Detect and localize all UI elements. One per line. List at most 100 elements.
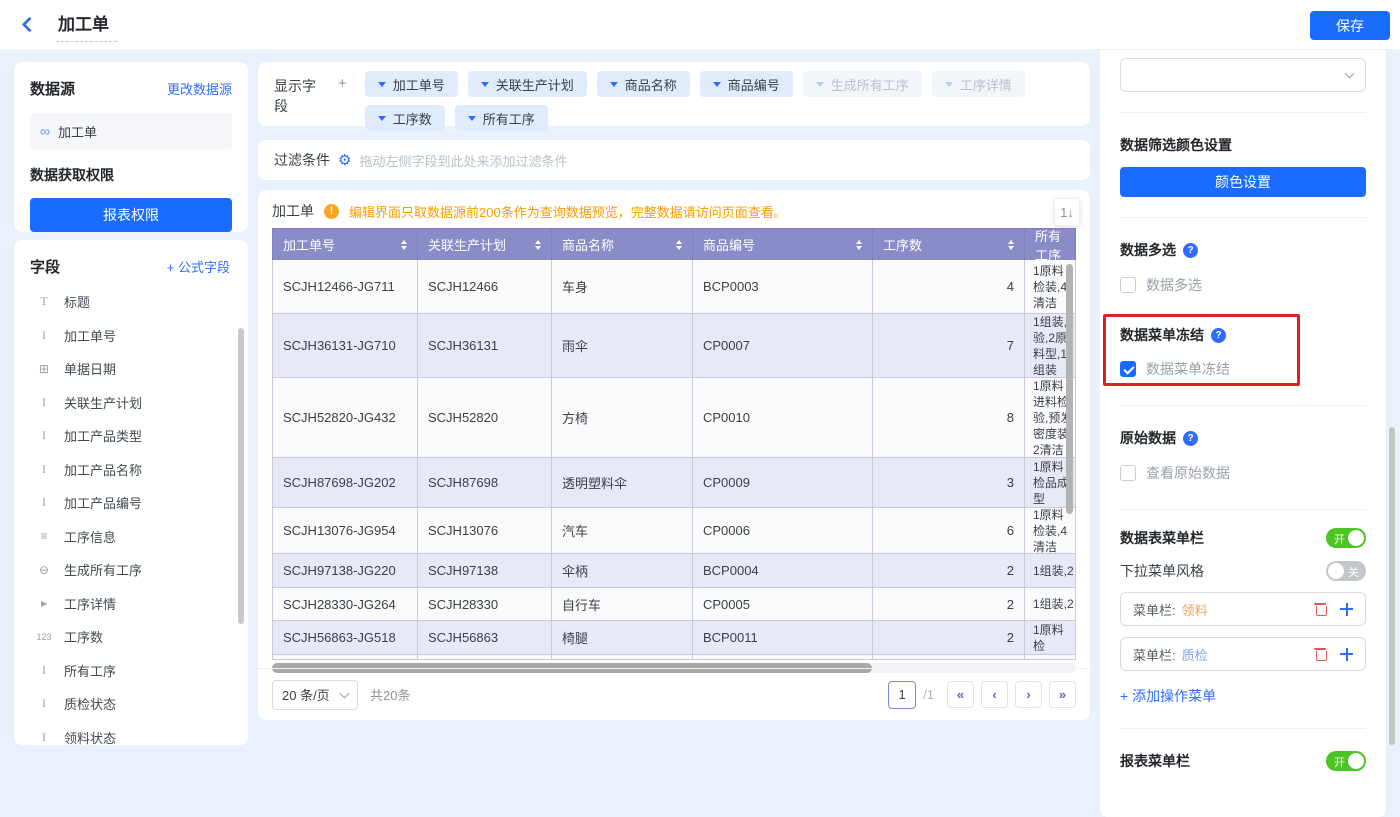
table-row: SCJH36131-JG710SCJH36131雨伞CP000771组装,2验,… [272,314,1076,378]
field-item-gen-all-procs[interactable]: ⊖生成所有工序 [30,553,238,587]
chip-product-code[interactable]: 商品编号 [700,71,793,97]
chip-all-procs[interactable]: 所有工序 [455,105,548,131]
page-number-input[interactable]: 1 [888,681,916,709]
preview-title: 加工单 [272,201,314,221]
chips-container: 加工单号 关联生产计划 商品名称 商品编号 生成所有工序 工序详情 工序数 所有… [365,71,1074,117]
pagination-bar: 20 条/页 共20条 1 /1 « ‹ › » [258,668,1090,720]
chevron-down-icon [610,82,618,87]
page-size-select[interactable]: 20 条/页 [272,680,358,710]
field-item-proc-info[interactable]: ≡工序信息 [30,520,238,554]
last-page-button[interactable]: » [1049,681,1076,708]
total-count-label: 共20条 [370,685,410,704]
raw-data-checkbox[interactable] [1120,465,1136,481]
freeze-checkbox-row[interactable]: 数据菜单冻结 [1120,359,1366,379]
report-permission-button[interactable]: 报表权限 [30,198,232,232]
save-button[interactable]: 保存 [1310,11,1390,40]
column-header-product-name[interactable]: 商品名称 [552,229,693,260]
field-item-proc-count[interactable]: 123工序数 [30,620,238,654]
raw-data-title: 原始数据 ? [1120,428,1366,448]
text-field-icon: I [34,328,54,343]
text-field-icon: I [34,696,54,711]
text-field-icon: I [34,663,54,678]
sort-icon[interactable] [535,240,541,250]
dropdown-style-label: 下拉菜单风格 [1120,561,1204,581]
color-setting-button[interactable]: 颜色设置 [1120,167,1366,197]
column-header-all-procs[interactable]: 所有工序 [1025,229,1075,260]
column-header-product-code[interactable]: 商品编号 [693,229,873,260]
pill-field-icon: ⊖ [34,563,54,577]
page-scrollbar[interactable] [1389,427,1395,745]
move-icon[interactable] [1340,603,1353,616]
settings-dropdown[interactable] [1120,58,1366,92]
multi-select-checkbox-row[interactable]: 数据多选 [1120,275,1366,295]
table-menubar-toggle[interactable]: 开 [1326,528,1366,548]
field-item-product-name[interactable]: I加工产品名称 [30,453,238,487]
chip-proc-detail[interactable]: 工序详情 [932,71,1025,97]
change-datasource-link[interactable]: 更改数据源 [167,79,232,98]
color-setting-title: 数据筛选颜色设置 [1120,135,1366,155]
chip-proc-count[interactable]: 工序数 [365,105,445,131]
prev-page-button[interactable]: ‹ [981,681,1008,708]
report-menubar-toggle[interactable]: 开 [1326,751,1366,771]
table-row: SCJH12466-JG711SCJH12466车身BCP000341原料检装,… [272,260,1076,314]
question-icon[interactable]: ? [1183,431,1198,446]
field-item-pick-status[interactable]: I领料状态 [30,721,238,746]
datasource-item[interactable]: ∞ 加工单 [30,113,232,149]
multi-select-checkbox[interactable] [1120,277,1136,293]
warning-icon: ! [324,204,339,219]
sort-icon[interactable] [401,240,407,250]
field-item-qc-status[interactable]: I质检状态 [30,687,238,721]
field-item-all-procs[interactable]: I所有工序 [30,654,238,688]
back-button[interactable] [16,12,42,38]
filter-panel[interactable]: 过滤条件 ⚙ 拖动左侧字段到此处来添加过滤条件 [258,140,1090,180]
multi-select-title: 数据多选 ? [1120,240,1366,260]
sort-icon[interactable] [856,240,862,250]
add-display-field-button[interactable]: + [338,75,347,117]
field-item-order-no[interactable]: I加工单号 [30,319,238,353]
add-formula-field-link[interactable]: + 公式字段 [167,257,230,276]
link-icon: ∞ [40,123,50,139]
field-item-title[interactable]: T标题 [30,285,238,319]
date-field-icon: ⊞ [34,362,54,376]
freeze-checkbox[interactable] [1120,361,1136,377]
chip-order-no[interactable]: 加工单号 [365,71,458,97]
add-action-menu-link[interactable]: + 添加操作菜单 [1120,686,1366,706]
field-item-plan[interactable]: I关联生产计划 [30,386,238,420]
table-vertical-scrollbar[interactable] [1066,264,1073,514]
menubar-item-pick[interactable]: 菜单栏: 领料 [1120,592,1366,626]
next-page-button[interactable]: › [1015,681,1042,708]
field-item-product-type[interactable]: I加工产品类型 [30,419,238,453]
toggle-knob [1348,753,1364,769]
sort-icon[interactable] [1008,240,1014,250]
back-chevron-icon [21,17,37,33]
move-icon[interactable] [1340,648,1353,661]
raw-data-checkbox-row[interactable]: 查看原始数据 [1120,463,1366,483]
table-row: SCJH52820-JG432SCJH52820方椅CP001081原料进料检验… [272,378,1076,458]
field-item-date[interactable]: ⊞单据日期 [30,352,238,386]
field-list: T标题 I加工单号 ⊞单据日期 I关联生产计划 I加工产品类型 I加工产品名称 … [30,285,238,745]
fields-scrollbar[interactable] [238,328,244,624]
column-header-order-no[interactable]: 加工单号 [273,229,418,260]
chip-plan[interactable]: 关联生产计划 [468,71,587,97]
column-header-proc-count[interactable]: 工序数 [873,229,1025,260]
delete-icon[interactable] [1314,647,1326,661]
field-item-proc-detail[interactable]: ▸工序详情 [30,587,238,621]
fields-title: 字段 [30,256,60,277]
page-title[interactable]: 加工单 [56,8,117,42]
question-icon[interactable]: ? [1183,243,1198,258]
sort-order-tool-button[interactable]: 1↓ [1054,198,1080,226]
sort-icon[interactable] [676,240,682,250]
column-header-plan[interactable]: 关联生产计划 [418,229,552,260]
delete-icon[interactable] [1314,602,1326,616]
gear-icon[interactable]: ⚙ [338,151,351,169]
question-icon[interactable]: ? [1211,328,1226,343]
field-item-product-code[interactable]: I加工产品编号 [30,486,238,520]
datasource-name: 加工单 [58,122,97,141]
menubar-item-qc[interactable]: 菜单栏: 质检 [1120,637,1366,671]
text-field-icon: I [34,462,54,477]
chip-product-name[interactable]: 商品名称 [597,71,690,97]
chip-gen-all-procs[interactable]: 生成所有工序 [803,71,922,97]
first-page-button[interactable]: « [947,681,974,708]
toggle-knob [1348,530,1364,546]
dropdown-style-toggle[interactable]: 关 [1326,561,1366,581]
